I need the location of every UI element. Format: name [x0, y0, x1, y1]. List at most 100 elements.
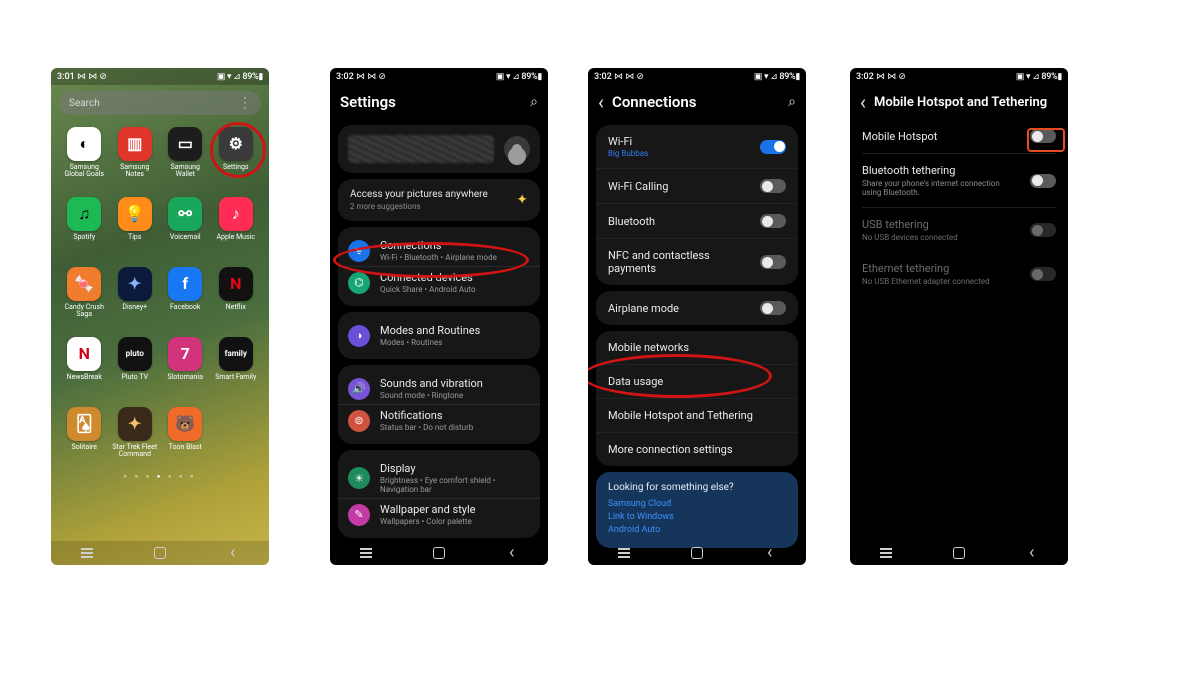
sparkle-icon: ✦	[516, 192, 528, 208]
conn-row-airplane-mode[interactable]: Airplane mode	[596, 291, 798, 325]
screen-hotspot: 3:02 ⋈ ⋈ ⊘ ▣ ▾ ⊿ 89%▮ Mobile Hotspot and…	[850, 68, 1068, 565]
app-star-trek-fleet[interactable]: ✦Star Trek FleetCommand	[110, 407, 161, 471]
app-pluto-tv[interactable]: plutoPluto TV	[110, 337, 161, 401]
search-input[interactable]: Search ⋮	[59, 91, 261, 115]
settings-section: ☀DisplayBrightness • Eye comfort shield …	[338, 450, 540, 538]
app-voicemail[interactable]: ⚯Voicemail	[160, 197, 211, 261]
app-samsung[interactable]: ▥SamsungNotes	[110, 127, 161, 191]
tether-row-mobile-hotspot[interactable]: Mobile Hotspot	[850, 119, 1068, 153]
app-label: Disney+	[122, 304, 147, 311]
toggle[interactable]	[760, 179, 786, 193]
looking-for-heading: Looking for something else?	[608, 482, 786, 493]
conn-row-wi-fi-calling[interactable]: Wi-Fi Calling	[596, 168, 798, 203]
settings-row-wallpaper-and-style[interactable]: ✎Wallpaper and styleWallpapers • Color p…	[348, 499, 530, 530]
app-icon: ✦	[118, 267, 152, 301]
conn-row-bluetooth[interactable]: Bluetooth	[596, 203, 798, 238]
recents-button[interactable]	[877, 544, 895, 562]
settings-section: ◑Modes and RoutinesModes • Routines	[338, 312, 540, 359]
row-subtitle: Big Bubbas	[608, 149, 760, 158]
app-samsung[interactable]: ◐SamsungGlobal Goals	[59, 127, 110, 191]
row-title: NFC and contactless payments	[608, 249, 760, 275]
row-title: Mobile Hotspot and Tethering	[608, 409, 786, 422]
app-spotify[interactable]: ♫Spotify	[59, 197, 110, 261]
back-button[interactable]	[761, 544, 779, 562]
app-label2: Saga	[76, 311, 92, 318]
row-subtitle: Wallpapers • Color palette	[380, 517, 530, 526]
app-label: Slotomania	[168, 374, 203, 381]
link-link-to-windows[interactable]: Link to Windows	[608, 512, 786, 522]
app-solitaire[interactable]: 🂡Solitaire	[59, 407, 110, 471]
recents-button[interactable]	[78, 544, 96, 562]
recents-button[interactable]	[357, 544, 375, 562]
row-title: Display	[380, 462, 530, 475]
recents-button[interactable]	[615, 544, 633, 562]
settings-row-connected-devices[interactable]: ⌬Connected devicesQuick Share • Android …	[348, 267, 530, 298]
conn-row-data-usage[interactable]: Data usage	[596, 364, 798, 398]
app-facebook[interactable]: fFacebook	[160, 267, 211, 331]
search-icon[interactable]	[788, 94, 796, 110]
account-card[interactable]	[338, 125, 540, 173]
row-title: More connection settings	[608, 443, 786, 456]
search-icon[interactable]	[530, 94, 538, 110]
app-netflix[interactable]: NNetflix	[211, 267, 262, 331]
conn-row-mobile-networks[interactable]: Mobile networks	[596, 331, 798, 364]
tether-row-bluetooth-tethering[interactable]: Bluetooth tetheringShare your phone's in…	[850, 154, 1068, 207]
toggle[interactable]	[760, 301, 786, 315]
settings-row-display[interactable]: ☀DisplayBrightness • Eye comfort shield …	[348, 458, 530, 498]
back-icon[interactable]	[598, 90, 612, 114]
toggle[interactable]	[760, 140, 786, 154]
settings-row-sounds-and-vibration[interactable]: 🔊Sounds and vibrationSound mode • Ringto…	[348, 373, 530, 404]
settings-row-modes-and-routines[interactable]: ◑Modes and RoutinesModes • Routines	[348, 320, 530, 351]
conn-row-nfc-and-contactless-payments[interactable]: NFC and contactless payments	[596, 238, 798, 285]
app-apple-music[interactable]: ♪Apple Music	[211, 197, 262, 261]
app-newsbreak[interactable]: NNewsBreak	[59, 337, 110, 401]
suggestion-card[interactable]: Access your pictures anywhere 2 more sug…	[338, 179, 540, 221]
app-label: Toon Blast	[169, 444, 202, 451]
toggle[interactable]	[760, 214, 786, 228]
app-settings[interactable]: ⚙Settings	[211, 127, 262, 191]
page-title: Connections	[612, 93, 788, 111]
row-icon: ◑	[348, 325, 370, 347]
app-slotomania[interactable]: 7Slotomania	[160, 337, 211, 401]
back-icon[interactable]	[860, 90, 874, 114]
toggle[interactable]	[1030, 174, 1056, 188]
toggle[interactable]	[760, 255, 786, 269]
back-button[interactable]	[503, 544, 521, 562]
row-icon: 🔊	[348, 378, 370, 400]
app-disney-[interactable]: ✦ Disney+	[110, 267, 161, 331]
back-button[interactable]	[224, 544, 242, 562]
row-title: Modes and Routines	[380, 324, 530, 337]
app-toon-blast[interactable]: 🐻Toon Blast	[160, 407, 211, 471]
home-button[interactable]	[430, 544, 448, 562]
row-title: USB tethering	[862, 218, 1030, 231]
settings-row-connections[interactable]: ᯤConnectionsWi-Fi • Bluetooth • Airplane…	[348, 235, 530, 266]
account-name-redacted	[348, 135, 494, 163]
app-label: Facebook	[170, 304, 200, 311]
back-button[interactable]	[1023, 544, 1041, 562]
screen-home: 3:01 ⋈ ⋈ ⊘ ▣ ▾ ⊿ 89%▮ Search ⋮ ◐SamsungG…	[51, 68, 269, 565]
row-title: Connections	[380, 239, 530, 252]
home-button[interactable]	[688, 544, 706, 562]
home-button[interactable]	[151, 544, 169, 562]
status-bar: 3:02 ⋈ ⋈ ⊘ ▣ ▾ ⊿ 89%▮	[330, 68, 548, 85]
nav-bar	[850, 541, 1068, 565]
toggle[interactable]	[1030, 129, 1056, 143]
app-candy-crush[interactable]: 🍬Candy CrushSaga	[59, 267, 110, 331]
app-icon: ▭	[168, 127, 202, 161]
app-smart-family[interactable]: familySmart Family	[211, 337, 262, 401]
row-title: Wi-Fi	[608, 135, 760, 148]
row-title: Data usage	[608, 375, 786, 388]
link-android-auto[interactable]: Android Auto	[608, 525, 786, 535]
link-samsung-cloud[interactable]: Samsung Cloud	[608, 499, 786, 509]
app-icon: 🂡	[67, 407, 101, 441]
conn-row-wi-fi[interactable]: Wi-FiBig Bubbas	[596, 125, 798, 168]
settings-row-notifications[interactable]: ⊜NotificationsStatus bar • Do not distur…	[348, 405, 530, 436]
app-samsung[interactable]: ▭SamsungWallet	[160, 127, 211, 191]
app-icon: family	[219, 337, 253, 371]
row-title: Mobile networks	[608, 341, 786, 354]
conn-row-mobile-hotspot-and-tethering[interactable]: Mobile Hotspot and Tethering	[596, 398, 798, 432]
looking-for-card: Looking for something else? Samsung Clou…	[596, 472, 798, 548]
app-tips[interactable]: 💡Tips	[110, 197, 161, 261]
conn-row-more-connection-settings[interactable]: More connection settings	[596, 432, 798, 466]
home-button[interactable]	[950, 544, 968, 562]
